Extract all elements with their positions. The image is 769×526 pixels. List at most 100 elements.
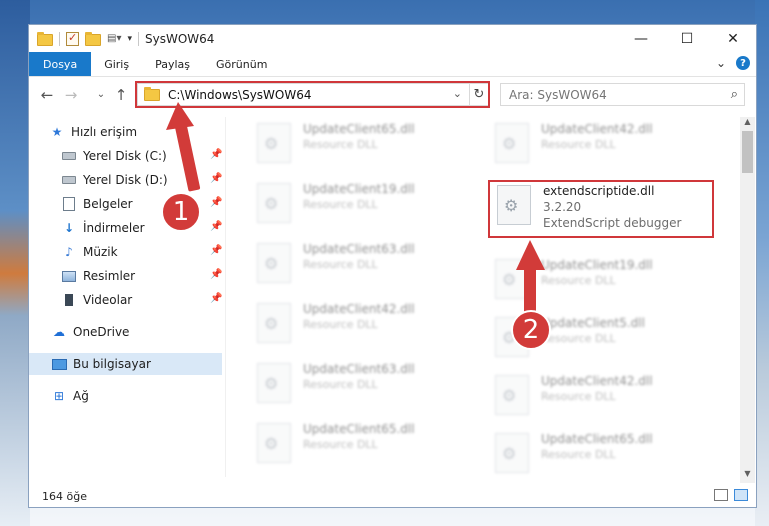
sidebar-item-this-pc[interactable]: Bu bilgisayar [29,353,222,375]
properties-icon[interactable] [66,31,79,46]
sidebar-item-label: İndirmeler [83,221,145,235]
details-view-icon[interactable] [714,489,728,501]
file-tile[interactable]: UpdateClient65.dll Resource DLL [249,419,474,471]
dll-file-icon [257,123,291,163]
sidebar-item-network[interactable]: ⊞ Ağ [51,385,89,407]
maximize-button[interactable]: ☐ [664,25,710,52]
dll-file-icon [257,363,291,403]
sidebar-item-label: Ağ [73,389,89,403]
file-tile[interactable]: UpdateClient42.dll Resource DLL [249,299,474,351]
tab-view[interactable]: Görünüm [203,52,280,76]
pin-icon: 📌 [210,245,223,256]
download-icon: ↓ [63,221,75,235]
new-folder-icon[interactable] [85,31,101,46]
file-tile-extendscriptide[interactable]: extendscriptide.dll 3.2.20 ExtendScript de… [489,181,714,233]
tab-home[interactable]: Giriş [91,52,142,76]
file-tile[interactable]: UpdateClient19.dll Resource DLL [249,179,474,231]
search-box[interactable]: ⌕ [500,83,745,106]
address-path[interactable]: C:\Windows\SysWOW64 [168,88,312,102]
title-bar: ▤▾ ▾ SysWOW64 — ☐ ✕ [29,25,756,52]
sidebar-item-local-disk-c[interactable]: Yerel Disk (C:) [61,145,221,167]
sidebar-item-pictures[interactable]: Resimler [61,265,221,287]
divider [138,31,139,46]
toolbar-dropdown-icon[interactable]: ▾ [127,34,132,44]
refresh-button[interactable]: ↻ [469,83,489,106]
up-button[interactable]: ↑ [113,86,129,104]
sidebar-item-label: Yerel Disk (C:) [83,149,167,163]
address-dropdown-icon[interactable]: ⌄ [453,87,462,100]
customize-toolbar-icon[interactable]: ▤▾ [107,33,121,44]
file-description: Resource DLL [303,198,378,211]
file-description: Resource DLL [303,438,378,451]
sidebar-item-music[interactable]: ♪ Müzik [61,241,221,263]
file-name: UpdateClient63.dll [303,362,415,376]
sidebar-item-label: Resimler [83,269,136,283]
dll-file-icon [495,375,529,415]
pictures-icon [61,268,77,284]
minimize-button[interactable]: — [618,25,664,52]
file-name: UpdateClient42.dll [541,122,653,136]
file-name: UpdateClient19.dll [541,258,653,272]
search-input[interactable] [501,87,711,102]
onedrive-icon: ☁ [53,325,65,339]
sidebar-item-label: Hızlı erişim [71,125,138,139]
vertical-scrollbar[interactable]: ▲ ▼ [740,117,755,483]
sidebar-item-label: Yerel Disk (D:) [83,173,168,187]
music-icon: ♪ [65,245,73,259]
scroll-thumb[interactable] [742,131,753,173]
file-tile[interactable]: UpdateClient42.dll Resource DLL [487,371,712,423]
recent-locations-button[interactable]: ⌄ [93,89,109,100]
status-bar: 164 öğe [29,485,756,507]
ribbon-tabs: Dosya Giriş Paylaş Görünüm ⌄ ? [29,52,756,77]
scroll-up-icon[interactable]: ▲ [740,117,755,131]
navigation-bar: ← → ⌄ ↑ C:\Windows\SysWOW64 ⌄ ↻ ⌕ [29,80,756,110]
sidebar-item-videos[interactable]: Videolar [61,289,221,311]
expand-ribbon-icon[interactable]: ⌄ [716,56,726,70]
file-tile[interactable]: UpdateClient19.dll Resource DLL [487,255,712,307]
file-description: Resource DLL [303,378,378,391]
file-description: Resource DLL [303,138,378,151]
close-button[interactable]: ✕ [710,25,756,52]
sidebar-item-label: Videolar [83,293,133,307]
forward-button[interactable]: → [63,86,79,104]
file-tile[interactable]: UpdateClient42.dll Resource DLL [487,119,712,171]
desktop-background-right [755,0,769,526]
tab-file[interactable]: Dosya [29,52,92,76]
view-switcher [714,489,748,501]
file-tile[interactable]: UpdateClient63.dll Resource DLL [249,239,474,291]
network-icon: ⊞ [53,389,65,403]
sidebar-item-label: Müzik [83,245,118,259]
star-icon: ★ [51,125,63,139]
file-description: Resource DLL [303,318,378,331]
sidebar-item-onedrive[interactable]: ☁ OneDrive [51,321,129,343]
drive-icon [61,172,77,188]
back-button[interactable]: ← [39,86,55,104]
window-title: SysWOW64 [145,31,215,46]
dll-file-icon [257,423,291,463]
sidebar-item-quick-access[interactable]: ★ Hızlı erişim [49,121,137,143]
file-tile[interactable]: UpdateClient65.dll Resource DLL [249,119,474,171]
file-tile[interactable]: UpdateClient65.dll Resource DLL [487,429,712,477]
help-icon[interactable]: ? [736,56,750,70]
file-name: UpdateClient19.dll [303,182,415,196]
file-name: UpdateClient42.dll [541,374,653,388]
sidebar-item-local-disk-d[interactable]: Yerel Disk (D:) [61,169,221,191]
step-marker-1: 1 [161,192,201,232]
scroll-down-icon[interactable]: ▼ [740,469,755,483]
file-tile[interactable]: UpdateClient63.dll Resource DLL [249,359,474,411]
search-icon[interactable]: ⌕ [731,87,738,102]
dll-file-icon [495,123,529,163]
desktop-background-left [0,0,30,526]
item-count: 164 öğe [42,489,87,503]
address-bar[interactable]: C:\Windows\SysWOW64 ⌄ [137,83,489,106]
tab-share[interactable]: Paylaş [142,52,203,76]
divider [59,31,60,46]
document-icon [61,196,77,212]
sidebar-item-label: OneDrive [73,325,130,339]
file-version: 3.2.20 [543,200,582,214]
file-description: Resource DLL [541,448,616,461]
dll-file-icon [257,243,291,283]
file-description: Resource DLL [303,258,378,271]
tiles-view-icon[interactable] [734,489,748,501]
drive-icon [61,148,77,164]
